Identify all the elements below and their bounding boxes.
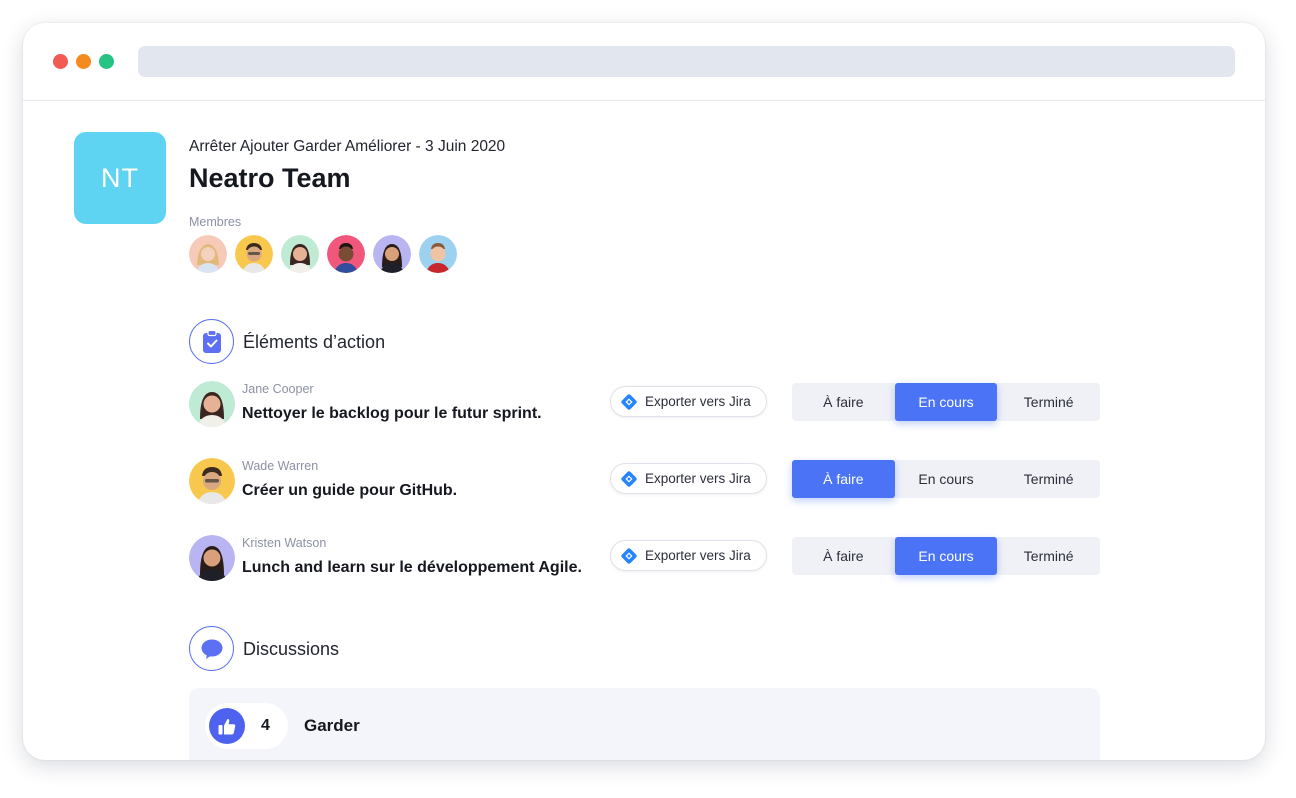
status-toggle: À faire En cours Terminé xyxy=(792,460,1100,498)
clipboard-check-icon xyxy=(189,319,234,364)
vote-count: 4 xyxy=(261,717,270,734)
status-toggle: À faire En cours Terminé xyxy=(792,537,1100,575)
export-to-jira-button[interactable]: Exporter vers Jira xyxy=(610,386,767,417)
assignee-name: Kristen Watson xyxy=(242,536,327,550)
assignee-avatar xyxy=(189,458,235,504)
discussions-title: Discussions xyxy=(243,639,340,659)
status-done-option[interactable]: Terminé xyxy=(997,460,1100,498)
team-avatar: NT xyxy=(74,132,166,224)
member-avatar[interactable] xyxy=(281,235,319,273)
action-item-text: Nettoyer le backlog pour le futur sprint… xyxy=(242,405,542,422)
address-bar[interactable] xyxy=(138,46,1235,77)
status-todo-option[interactable]: À faire xyxy=(792,383,895,421)
status-in-progress-option[interactable]: En cours xyxy=(894,537,998,575)
close-window-button[interactable] xyxy=(53,54,68,69)
speech-bubble-icon xyxy=(189,626,234,671)
member-avatar[interactable] xyxy=(419,235,457,273)
assignee-avatar xyxy=(189,381,235,427)
action-item-row: Kristen Watson Lunch and learn sur le dé… xyxy=(189,535,1109,585)
jira-icon xyxy=(621,470,637,487)
team-title: Neatro Team xyxy=(189,163,351,193)
thumbs-up-icon xyxy=(209,708,245,744)
export-to-jira-label: Exporter vers Jira xyxy=(645,548,751,563)
status-done-option[interactable]: Terminé xyxy=(997,537,1100,575)
action-item-text: Créer un guide pour GitHub. xyxy=(242,482,458,499)
status-in-progress-option[interactable]: En cours xyxy=(894,383,998,421)
member-avatar[interactable] xyxy=(373,235,411,273)
status-todo-option[interactable]: À faire xyxy=(792,537,895,575)
status-todo-option[interactable]: À faire xyxy=(792,460,895,498)
action-items-title: Éléments d’action xyxy=(243,332,386,352)
member-avatar[interactable] xyxy=(235,235,273,273)
assignee-avatar xyxy=(189,535,235,581)
maximize-window-button[interactable] xyxy=(99,54,114,69)
status-in-progress-option[interactable]: En cours xyxy=(895,460,998,498)
discussion-card[interactable]: 4 Garder xyxy=(189,688,1100,760)
member-avatar[interactable] xyxy=(327,235,365,273)
jira-icon xyxy=(621,547,637,564)
assignee-name: Wade Warren xyxy=(242,459,319,473)
status-toggle: À faire En cours Terminé xyxy=(792,383,1100,421)
action-item-text: Lunch and learn sur le développement Agi… xyxy=(242,559,582,576)
action-item-row: Jane Cooper Nettoyer le backlog pour le … xyxy=(189,381,1109,431)
assignee-name: Jane Cooper xyxy=(242,382,314,396)
browser-window: NT Arrêter Ajouter Garder Améliorer - 3 … xyxy=(23,23,1265,760)
vote-button[interactable]: 4 xyxy=(205,703,288,749)
export-to-jira-label: Exporter vers Jira xyxy=(645,471,751,486)
export-to-jira-button[interactable]: Exporter vers Jira xyxy=(610,463,767,494)
status-done-option[interactable]: Terminé xyxy=(997,383,1100,421)
export-to-jira-button[interactable]: Exporter vers Jira xyxy=(610,540,767,571)
member-avatar[interactable] xyxy=(189,235,227,273)
members-label: Membres xyxy=(189,215,242,229)
meeting-subtitle: Arrêter Ajouter Garder Améliorer - 3 Jui… xyxy=(189,138,506,155)
discussion-title: Garder xyxy=(304,716,360,735)
action-item-row: Wade Warren Créer un guide pour GitHub. … xyxy=(189,458,1109,508)
minimize-window-button[interactable] xyxy=(76,54,91,69)
members-list xyxy=(189,235,457,273)
export-to-jira-label: Exporter vers Jira xyxy=(645,394,751,409)
window-titlebar xyxy=(23,23,1265,101)
jira-icon xyxy=(621,393,637,410)
